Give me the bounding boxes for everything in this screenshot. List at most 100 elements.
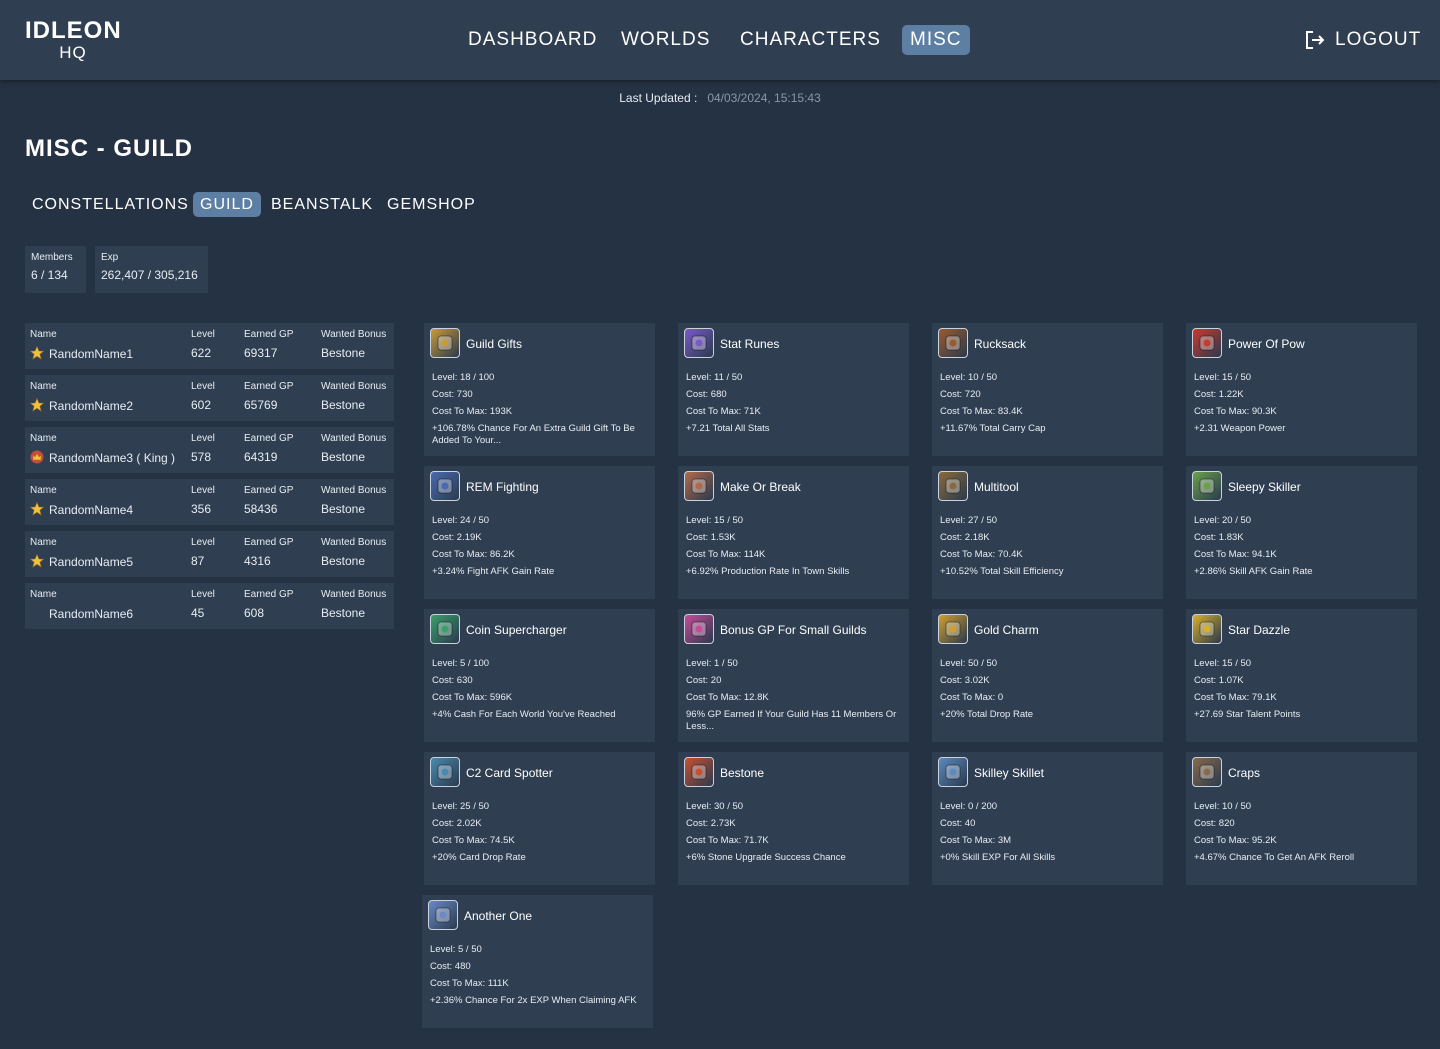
page-title: MISC - GUILD [25, 135, 193, 162]
guild-bonus-card[interactable]: C2 Card Spotter Level: 25 / 50 Cost: 2.02K… [424, 752, 655, 885]
tab-guild[interactable]: GUILD [193, 192, 261, 217]
member-name: RandomName2 [49, 399, 134, 413]
exp-label: Exp [101, 252, 119, 263]
nav-worlds[interactable]: WORLDS [613, 25, 718, 55]
bonus-header: Wanted Bonus [321, 589, 387, 600]
bonus-details: Level: 5 / 100 Cost: 630 Cost To Max: 596K… [432, 658, 650, 726]
bonus-cost-to-max: Cost To Max: 70.4K [940, 549, 1023, 560]
level-header: Level [191, 485, 215, 496]
bonus-effect: 96% GP Earned If Your Guild Has 11 Membe… [686, 709, 897, 732]
bonus-cost: Cost: 820 [1194, 818, 1235, 829]
bonus-title: REM Fighting [466, 480, 539, 494]
guild-bonus-card[interactable]: Sleepy Skiller Level: 20 / 50 Cost: 1.83K C… [1186, 466, 1417, 599]
exp-value: 262,407 / 305,216 [101, 268, 198, 282]
bonus-effect: +27.69 Star Talent Points [1194, 709, 1301, 720]
bonus-effect: +10.52% Total Skill Efficiency [940, 566, 1064, 577]
bonus-effect: +2.36% Chance For 2x EXP When Claiming A… [430, 995, 637, 1006]
bonus-cost: Cost: 1.07K [1194, 675, 1244, 686]
guild-bonus-card[interactable]: Bestone Level: 30 / 50 Cost: 2.73K Cost To … [678, 752, 909, 885]
bonus-cost: Cost: 680 [686, 389, 727, 400]
members-value: 6 / 134 [31, 268, 68, 282]
level-header: Level [191, 589, 215, 600]
member-bonus: Bestone [321, 606, 366, 620]
bonus-title: Bonus GP For Small Guilds [720, 623, 867, 637]
bonus-details: Level: 10 / 50 Cost: 820 Cost To Max: 95.2… [1194, 801, 1412, 869]
guild-bonus-card[interactable]: Stat Runes Level: 11 / 50 Cost: 680 Cost To… [678, 323, 909, 456]
member-name: RandomName6 [49, 607, 134, 621]
level-header: Level [191, 329, 215, 340]
bonus-cost-to-max: Cost To Max: 95.2K [1194, 835, 1277, 846]
guild-bonus-card[interactable]: Rucksack Level: 10 / 50 Cost: 720 Cost To M… [932, 323, 1163, 456]
bonus-cost: Cost: 2.19K [432, 532, 482, 543]
member-name: RandomName3 ( King ) [49, 451, 176, 465]
member-row: Name RandomName6 Level 45 Earned GP 608 Wan… [25, 583, 394, 629]
bonus-level: Level: 10 / 50 [1194, 801, 1252, 812]
nav-characters[interactable]: CHARACTERS [732, 25, 889, 55]
gp-header: Earned GP [244, 381, 294, 392]
guild-bonus-card[interactable]: Multitool Level: 27 / 50 Cost: 2.18K Cost T… [932, 466, 1163, 599]
last-updated-label: Last Updated : [619, 91, 698, 105]
bonus-effect: +106.78% Chance For An Extra Guild Gift … [432, 423, 635, 446]
bonus-effect: +20% Card Drop Rate [432, 852, 526, 863]
bonus-level: Level: 5 / 100 [432, 658, 490, 669]
bonus-title: Star Dazzle [1228, 623, 1291, 637]
bonus-effect: +2.31 Weapon Power [1194, 423, 1286, 434]
guild-bonus-card[interactable]: Guild Gifts Level: 18 / 100 Cost: 730 Cost … [424, 323, 655, 456]
cards-icon [430, 757, 460, 787]
guild-bonus-card[interactable]: Bonus GP For Small Guilds Level: 1 / 50 Co… [678, 609, 909, 742]
bonus-title: Power Of Pow [1228, 337, 1305, 351]
bonus-cost-to-max: Cost To Max: 3M [940, 835, 1012, 846]
bonus-header: Wanted Bonus [321, 329, 387, 340]
bonus-cost-to-max: Cost To Max: 114K [686, 549, 766, 560]
bonus-level: Level: 20 / 50 [1194, 515, 1252, 526]
member-bonus: Bestone [321, 398, 366, 412]
tools-icon [938, 471, 968, 501]
nav-misc[interactable]: MISC [902, 25, 970, 55]
bonus-level: Level: 27 / 50 [940, 515, 998, 526]
star-icon [30, 346, 44, 360]
logout-icon [1306, 31, 1325, 49]
members-stat: Members 6 / 134 [25, 246, 86, 293]
bonus-details: Level: 20 / 50 Cost: 1.83K Cost To Max: 94… [1194, 515, 1412, 583]
no-rank-icon [30, 606, 44, 620]
tab-gemshop[interactable]: GEMSHOP [380, 192, 483, 217]
bonus-cost: Cost: 40 [940, 818, 976, 829]
last-updated: Last Updated : 04/03/2024, 15:15:43 [0, 91, 1440, 105]
gift-box-icon [430, 328, 460, 358]
guild-bonus-card[interactable]: Coin Supercharger Level: 5 / 100 Cost: 630… [424, 609, 655, 742]
bonus-title: Multitool [974, 480, 1019, 494]
gp-header: Earned GP [244, 329, 294, 340]
guild-bonus-card[interactable]: Another One Level: 5 / 50 Cost: 480 Cost To… [422, 895, 653, 1028]
bonus-level: Level: 1 / 50 [686, 658, 738, 669]
tab-constellations[interactable]: CONSTELLATIONS [25, 192, 196, 217]
bonus-details: Level: 0 / 200 Cost: 40 Cost To Max: 3M +0%… [940, 801, 1158, 869]
bonus-header: Wanted Bonus [321, 433, 387, 444]
member-row: Name RandomName5 Level 87 Earned GP 4316 Wa… [25, 531, 394, 577]
bonus-cost: Cost: 2.73K [686, 818, 736, 829]
bonus-cost-to-max: Cost To Max: 74.5K [432, 835, 515, 846]
bonus-level: Level: 30 / 50 [686, 801, 744, 812]
member-bonus: Bestone [321, 502, 366, 516]
name-header: Name [30, 537, 57, 548]
member-name: RandomName1 [49, 347, 134, 361]
bonus-cost: Cost: 20 [686, 675, 722, 686]
bonus-title: Gold Charm [974, 623, 1039, 637]
bonus-effect: +6% Stone Upgrade Success Chance [686, 852, 846, 863]
guild-bonus-card[interactable]: Skilley Skillet Level: 0 / 200 Cost: 40 Cos… [932, 752, 1163, 885]
bonus-cost-to-max: Cost To Max: 90.3K [1194, 406, 1277, 417]
nav-dashboard[interactable]: DASHBOARD [460, 25, 605, 55]
tab-beanstalk[interactable]: BEANSTALK [264, 192, 380, 217]
guild-bonus-card[interactable]: Gold Charm Level: 50 / 50 Cost: 3.02K Cost … [932, 609, 1163, 742]
bonus-level: Level: 5 / 50 [430, 944, 482, 955]
guild-bonus-card[interactable]: REM Fighting Level: 24 / 50 Cost: 2.19K Cos… [424, 466, 655, 599]
guild-bonus-card[interactable]: Craps Level: 10 / 50 Cost: 820 Cost To Max:… [1186, 752, 1417, 885]
bonus-cost: Cost: 2.02K [432, 818, 482, 829]
guild-bonus-card[interactable]: Make Or Break Level: 15 / 50 Cost: 1.53K Co… [678, 466, 909, 599]
guild-bonus-card[interactable]: Power Of Pow Level: 15 / 50 Cost: 1.22K Cos… [1186, 323, 1417, 456]
bonus-header: Wanted Bonus [321, 485, 387, 496]
guild-bonus-card[interactable]: Star Dazzle Level: 15 / 50 Cost: 1.07K Cost… [1186, 609, 1417, 742]
top-bar: IDLEON HQ DASHBOARD WORLDS CHARACTERS MI… [0, 0, 1440, 80]
group-icon [684, 614, 714, 644]
member-gp: 608 [244, 606, 265, 620]
bonus-title: Sleepy Skiller [1228, 480, 1301, 494]
